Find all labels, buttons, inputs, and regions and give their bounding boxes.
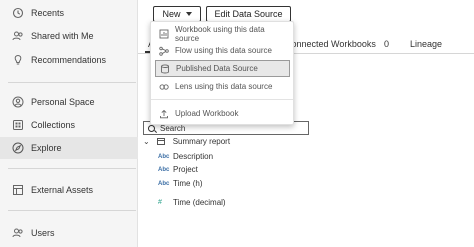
edit-data-source-label: Edit Data Source (214, 9, 283, 19)
field-row[interactable]: # Time (decimal) (158, 198, 226, 207)
collections-icon (12, 119, 24, 131)
sidebar-item-recents[interactable]: Recents (0, 2, 138, 24)
upload-icon (159, 109, 169, 119)
sidebar-item-label: Personal Space (31, 97, 95, 107)
flow-icon (159, 46, 169, 56)
tree-root-label: Summary report (172, 137, 231, 146)
lens-icon (159, 82, 169, 92)
menu-item-upload-workbook[interactable]: Upload Workbook (155, 105, 290, 122)
sidebar: Recents Shared with Me Recommendations P… (0, 0, 138, 247)
new-button-label: New (162, 9, 181, 19)
new-dropdown-menu: Workbook using this data source Flow usi… (150, 21, 294, 125)
lightbulb-icon (12, 54, 24, 66)
person-icon (12, 96, 24, 108)
sidebar-divider (8, 168, 136, 169)
menu-item-lens[interactable]: Lens using this data source (155, 78, 290, 95)
menu-item-label: Workbook using this data source (175, 24, 265, 43)
sidebar-item-recommendations[interactable]: Recommendations (0, 49, 138, 71)
tree-root[interactable]: ⌄ Summary report (143, 137, 230, 146)
field-row[interactable]: Abc Description (158, 152, 213, 161)
menu-item-flow[interactable]: Flow using this data source (155, 42, 290, 59)
string-type-icon: Abc (158, 180, 170, 187)
sidebar-item-external-assets[interactable]: External Assets (0, 179, 138, 201)
data-source-icon (160, 63, 170, 74)
number-type-icon: # (158, 199, 162, 206)
menu-item-published-data-source[interactable]: Published Data Source (155, 60, 290, 77)
string-type-icon: Abc (158, 166, 170, 173)
sidebar-item-collections[interactable]: Collections (0, 114, 138, 136)
sidebar-item-label: Users (31, 228, 55, 238)
field-row[interactable]: Abc Project (158, 165, 198, 174)
compass-icon (12, 142, 24, 154)
field-label: Project (173, 165, 198, 174)
search-icon (148, 124, 155, 132)
sidebar-item-shared[interactable]: Shared with Me (0, 25, 138, 47)
string-type-icon: Abc (158, 153, 170, 160)
table-icon (156, 138, 165, 145)
sidebar-item-explore[interactable]: Explore (0, 137, 138, 159)
sidebar-item-users[interactable]: Users (0, 222, 138, 244)
menu-item-label: Published Data Source (176, 64, 258, 73)
users-icon (12, 227, 24, 239)
field-label: Time (h) (173, 179, 203, 188)
history-icon (12, 7, 24, 19)
shared-users-icon (12, 30, 24, 42)
workbook-icon (159, 29, 169, 39)
sidebar-item-label: Recents (31, 8, 65, 18)
connected-workbooks-count: 0 (384, 39, 390, 49)
field-row[interactable]: Abc Time (h) (158, 179, 202, 188)
sidebar-item-label: External Assets (31, 185, 94, 195)
menu-item-workbook[interactable]: Workbook using this data source (155, 24, 290, 43)
menu-divider (151, 99, 293, 100)
new-button[interactable]: New (153, 6, 201, 22)
menu-item-label: Flow using this data source (175, 46, 272, 55)
sidebar-item-label: Collections (31, 120, 76, 130)
field-label: Description (173, 152, 214, 161)
sidebar-divider (8, 82, 136, 83)
sidebar-item-label: Explore (31, 143, 62, 153)
field-label: Time (decimal) (173, 198, 226, 207)
tab-connected-workbooks[interactable]: Connected Workbooks (285, 39, 376, 49)
tab-lineage[interactable]: Lineage (410, 39, 442, 49)
edit-data-source-button[interactable]: Edit Data Source (206, 6, 291, 22)
menu-item-label: Upload Workbook (175, 109, 239, 118)
sidebar-divider (8, 210, 136, 211)
sidebar-item-personal-space[interactable]: Personal Space (0, 91, 138, 113)
menu-item-label: Lens using this data source (175, 82, 273, 91)
caret-down-icon (185, 12, 192, 16)
external-assets-icon (12, 184, 24, 196)
sidebar-item-label: Recommendations (31, 55, 107, 65)
chevron-down-icon[interactable]: ⌄ (143, 137, 150, 146)
sidebar-item-label: Shared with Me (31, 31, 94, 41)
